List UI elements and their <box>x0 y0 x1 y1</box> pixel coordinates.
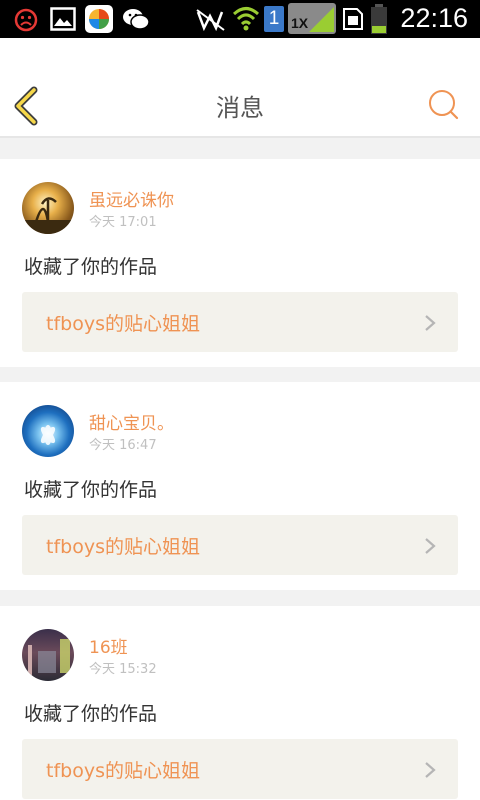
action-text: 收藏了你的作品 <box>24 703 158 725</box>
work-title: tfboys的贴心姐姐 <box>46 760 200 782</box>
wechat-icon <box>123 9 150 30</box>
avatar[interactable] <box>22 629 74 681</box>
chevron-right-icon <box>425 762 436 778</box>
work-link[interactable]: tfboys的贴心姐姐 <box>22 739 458 799</box>
work-title: tfboys的贴心姐姐 <box>46 536 200 558</box>
status-bar: 1 1X 22:16 <box>0 0 480 38</box>
message-card: 16班 今天 15:32 收藏了你的作品 tfboys的贴心姐姐 <box>0 606 480 800</box>
sim-1-icon: 1 <box>264 6 284 32</box>
timestamp: 今天 17:01 <box>89 215 157 230</box>
username[interactable]: 甜心宝贝。 <box>89 409 174 434</box>
sim-badge-text: 1 <box>268 8 280 29</box>
work-link[interactable]: tfboys的贴心姐姐 <box>22 292 458 352</box>
message-card: 甜心宝贝。 今天 16:47 收藏了你的作品 tfboys的贴心姐姐 <box>0 382 480 590</box>
message-card: 虽远必诛你 今天 17:01 收藏了你的作品 tfboys的贴心姐姐 <box>0 159 480 367</box>
battery-icon <box>371 4 387 34</box>
notification-sad-icon <box>14 8 38 32</box>
gallery-icon <box>50 7 76 31</box>
mute-icon <box>196 9 225 32</box>
work-link[interactable]: tfboys的贴心姐姐 <box>22 515 458 575</box>
chevron-right-icon <box>425 538 436 554</box>
search-icon[interactable] <box>428 89 460 121</box>
app-header: 消息 <box>0 38 480 138</box>
signal-1x-icon: 1X <box>288 3 336 34</box>
action-text: 收藏了你的作品 <box>24 479 158 501</box>
network-badge-text: 1X <box>291 15 309 31</box>
avatar[interactable] <box>22 405 74 457</box>
action-text: 收藏了你的作品 <box>24 256 158 278</box>
sim-card-icon <box>343 8 363 30</box>
timestamp: 今天 16:47 <box>89 438 157 453</box>
username[interactable]: 16班 <box>89 633 128 658</box>
clock: 22:16 <box>400 3 468 33</box>
timestamp: 今天 15:32 <box>89 662 157 677</box>
username[interactable]: 虽远必诛你 <box>89 186 174 211</box>
page-title: 消息 <box>216 94 264 122</box>
wifi-icon <box>232 7 260 31</box>
chevron-right-icon <box>425 315 436 331</box>
avatar[interactable] <box>22 182 74 234</box>
app-store-icon <box>85 5 113 33</box>
work-title: tfboys的贴心姐姐 <box>46 313 200 335</box>
